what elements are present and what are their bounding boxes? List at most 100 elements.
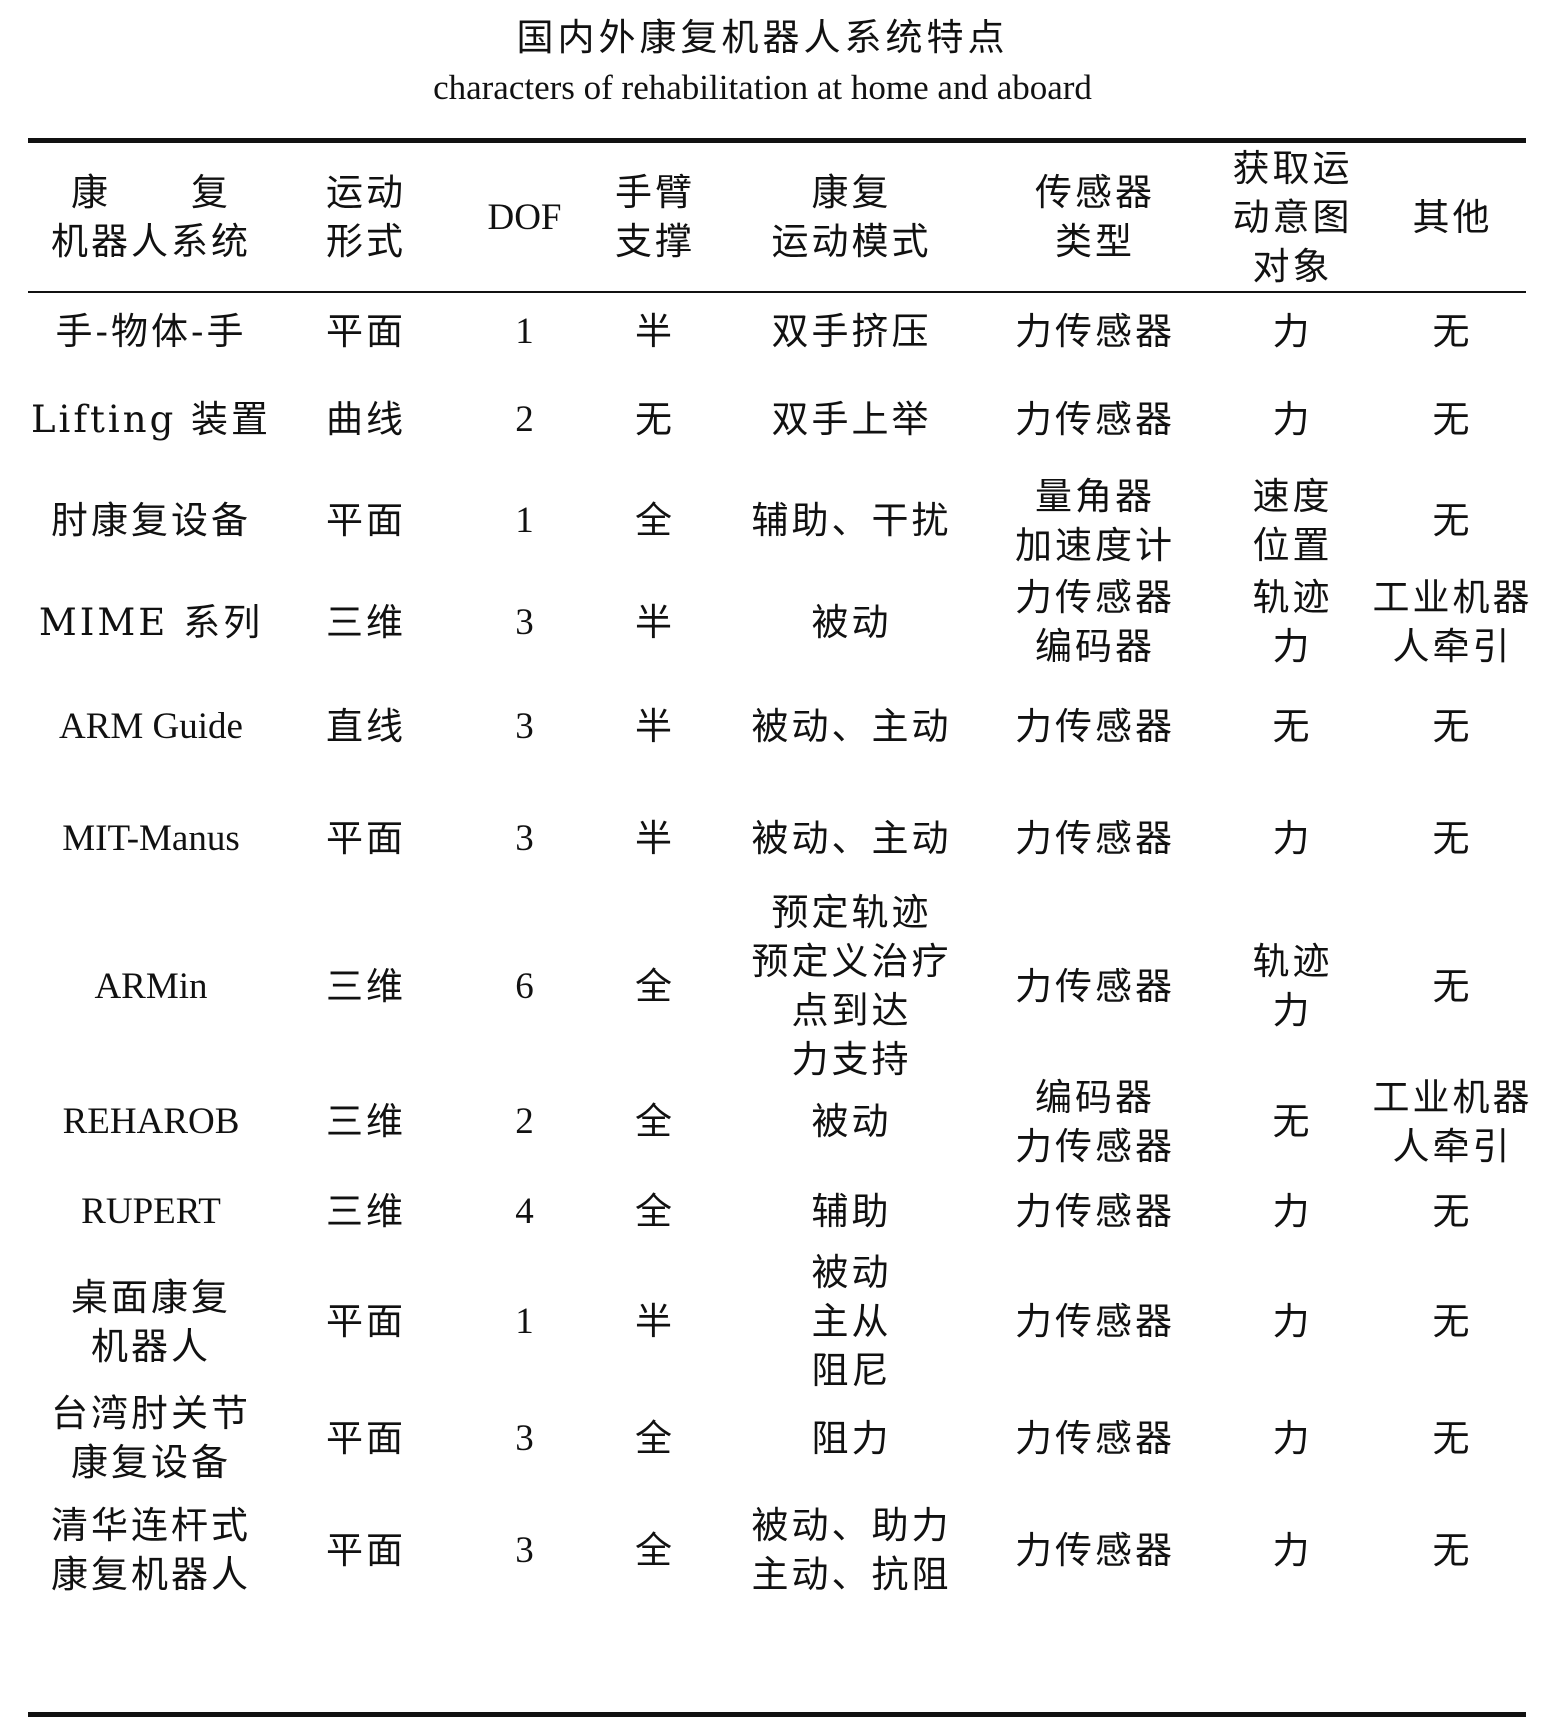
table-cell: 力 [1206, 1167, 1379, 1255]
row-name-cell: RUPERT [28, 1167, 274, 1255]
cell-line: 形式 [326, 220, 406, 263]
cell-line: 无 [1432, 397, 1473, 441]
cell-line: 被动、助力 [751, 1504, 952, 1547]
cell-line: 力传感器 [1015, 816, 1175, 860]
table-cell: 量角器 加速度计 [984, 469, 1206, 572]
cell-line: 无 [1432, 1300, 1473, 1343]
table-cell: 3 [458, 672, 591, 780]
cell-line: 力 [1272, 816, 1313, 860]
cell-line: 力传感器 [1015, 1300, 1175, 1343]
table-cell: 无 [1379, 1167, 1526, 1255]
cell-line: 力 [1272, 397, 1313, 441]
cell-line: 三维 [326, 964, 406, 1008]
cell-line: 全 [635, 1100, 675, 1143]
table-cell: 平面 [274, 293, 458, 369]
cell-line: 被动、主动 [751, 704, 952, 748]
table-cell: 全 [591, 896, 719, 1076]
cell-line: 清华连杆式 [51, 1504, 251, 1547]
cell-line: Lifting 装置 [30, 397, 272, 441]
table-cell: 无 [1379, 1255, 1526, 1388]
table-cell: 平面 [274, 1488, 458, 1612]
table-cell: 工业机器 人牵引 [1373, 1076, 1530, 1168]
cell-line: 曲线 [326, 397, 406, 441]
table-cell: 力传感器 [984, 293, 1206, 369]
cell-line: 无 [1432, 309, 1473, 353]
table-cell: 力传感器 [984, 369, 1206, 469]
table-cell: 3 [458, 1488, 591, 1612]
table-cell: 力传感器 [984, 1488, 1206, 1612]
cell-line: 直线 [326, 704, 406, 748]
table-cell: 平面 [274, 1255, 458, 1388]
cell-line: MIME 系列 [38, 600, 264, 644]
table-cell: 被动 [719, 1076, 984, 1167]
cell-line: 力 [1272, 1300, 1313, 1343]
header-cell: 获取运 动意图 对象 [1206, 143, 1379, 291]
cell-line: 被动 [811, 1100, 892, 1143]
table-cell: 轨迹力 [1206, 572, 1379, 672]
cell-line: 人牵引 [1392, 1124, 1513, 1168]
cell-line: 力传感器 [1015, 397, 1175, 441]
cell-line: 机器人系统 [51, 220, 251, 263]
cell-line: 3 [515, 1417, 534, 1459]
table-cell: 力 [1206, 1388, 1379, 1488]
table-cell: 编码器 力传感器 [984, 1075, 1206, 1168]
table-cell: 力传感器 编码器 [984, 572, 1206, 672]
cell-line: 编码器 [1035, 1075, 1155, 1119]
table-cell: 力 [1206, 780, 1379, 896]
table-cell: 力传感器 [984, 1388, 1206, 1488]
cell-line: 半 [635, 1300, 675, 1343]
cell-line: 无 [1432, 1416, 1473, 1460]
table-cell: 1 [458, 1255, 591, 1388]
table-cell: 曲线 [274, 369, 458, 469]
cell-line: 力传感器 [1015, 1528, 1175, 1572]
cell-line: 台湾肘关节 [51, 1392, 251, 1435]
table-cell: 力传感器 [984, 896, 1206, 1076]
cell-line: 双手上举 [771, 397, 932, 441]
table-cell: 辅助、干扰 [719, 469, 984, 572]
table-cell: 全 [591, 1388, 719, 1488]
cell-line: 工业机器 [1372, 1075, 1533, 1119]
table-cell: 3 [458, 572, 591, 672]
cell-line: 无 [1432, 704, 1473, 748]
cell-line: 桌面康复 [71, 1275, 231, 1319]
cell-line: 三维 [326, 600, 406, 644]
cell-line: 半 [635, 309, 675, 353]
bottom-rule [28, 1712, 1526, 1717]
row-name-cell: 手-物体-手 [28, 293, 274, 369]
title-english: characters of rehabilitation at home and… [433, 68, 1092, 107]
table-cell: 力 [1206, 1488, 1379, 1612]
cell-line: 全 [635, 1416, 675, 1460]
cell-line: 平面 [326, 816, 406, 860]
cell-line: 无 [1432, 1528, 1473, 1572]
cell-line: 类型 [1055, 220, 1135, 263]
cell-line: 半 [635, 600, 675, 644]
cell-line: 其他 [1412, 195, 1493, 239]
cell-line: 预定义治疗 [751, 940, 952, 983]
cell-line: 2 [515, 1101, 534, 1142]
row-name-cell: MIT-Manus [28, 780, 274, 896]
cell-line: 无 [1432, 499, 1473, 542]
cell-line: 力传感器 [1015, 964, 1175, 1008]
table-cell: 无 [1379, 672, 1526, 780]
table-cell: 三维 [274, 896, 458, 1076]
table-caption: 国内外康复机器人系统特点 characters of rehabilitatio… [0, 12, 1525, 112]
cell-line: 3 [515, 817, 534, 859]
cell-line: 无 [1432, 1189, 1473, 1233]
header-cell: 手臂 支撑 [591, 143, 719, 291]
header-cell: 传感器 类型 [984, 143, 1206, 291]
table-cell: 无 [591, 369, 719, 469]
table-cell: 被动 [719, 572, 984, 672]
cell-line: 康 复 [71, 171, 231, 214]
cell-line: 点到达 [791, 989, 912, 1032]
table-cell: 2 [458, 1076, 591, 1167]
table-body: 手-物体-手 平面 1 半双手挤压 力传感器力无 Lifting 装置 曲线 2 无双手上举 力传… [28, 293, 1530, 1712]
cell-line: 机器人 [91, 1324, 211, 1368]
cell-line: 编码器 [1035, 625, 1155, 668]
cell-line: 平面 [326, 499, 406, 542]
row-name-cell: 清华连杆式 康复机器人 [28, 1488, 274, 1612]
table-cell: 6 [458, 896, 591, 1076]
cell-line: 传感器 [1035, 171, 1155, 214]
table-cell: 半 [591, 1255, 719, 1388]
cell-line: 动意图 [1232, 195, 1353, 239]
cell-line: 手臂 [615, 171, 695, 214]
